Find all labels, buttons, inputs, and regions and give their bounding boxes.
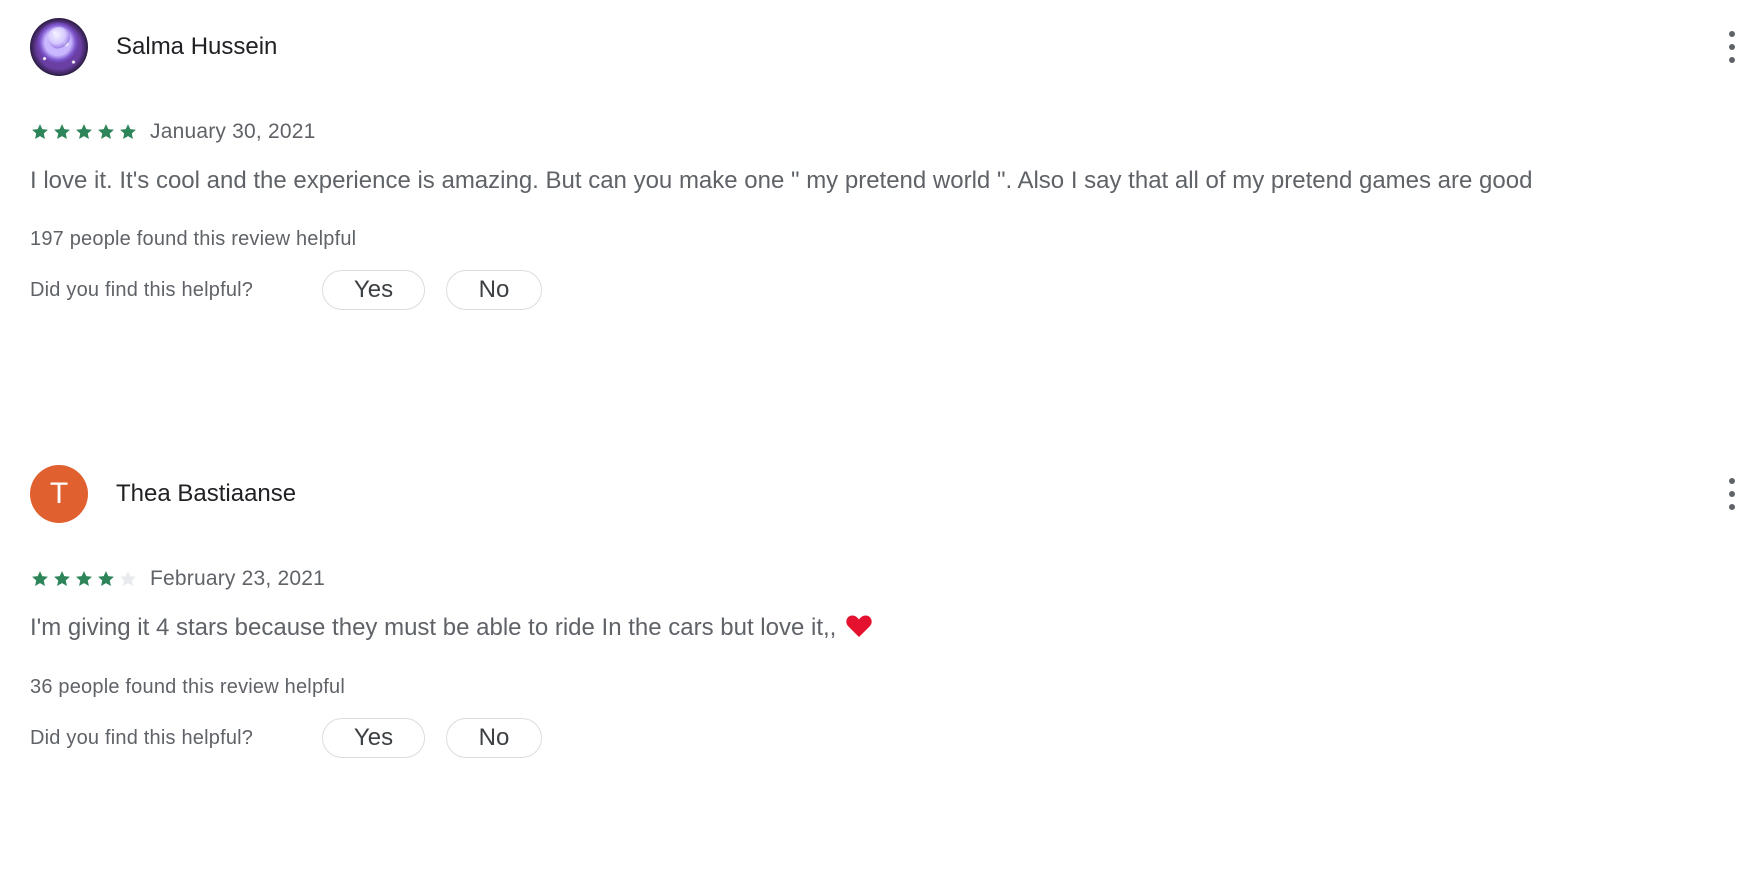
no-button[interactable]: No xyxy=(446,718,542,758)
more-vertical-icon xyxy=(1729,491,1735,497)
more-vertical-icon xyxy=(1729,31,1735,37)
star-icon xyxy=(30,569,50,589)
review-header: Salma Hussein xyxy=(30,18,1735,76)
star-icon xyxy=(96,569,116,589)
no-button[interactable]: No xyxy=(446,270,542,310)
review-text: I love it. It's cool and the experience … xyxy=(30,163,1714,199)
star-icon xyxy=(74,569,94,589)
star-icon xyxy=(96,122,116,142)
empty-star-icon xyxy=(118,569,138,589)
star-rating xyxy=(30,568,136,590)
review-date: January 30, 2021 xyxy=(150,120,316,143)
star-icon xyxy=(52,569,72,589)
avatar: T xyxy=(30,465,88,523)
more-options-button[interactable] xyxy=(1720,478,1742,510)
review-header: T Thea Bastiaanse xyxy=(30,465,1735,523)
helpful-feedback: Did you find this helpful? Yes No xyxy=(30,268,1714,312)
reviewer-name: Thea Bastiaanse xyxy=(116,480,297,507)
avatar xyxy=(30,18,88,76)
yes-button[interactable]: Yes xyxy=(322,270,425,310)
star-icon xyxy=(74,122,94,142)
review-text: I'm giving it 4 stars because they must … xyxy=(30,610,1714,646)
star-icon xyxy=(118,122,138,142)
more-vertical-icon xyxy=(1729,57,1735,63)
red-heart-icon xyxy=(845,614,873,638)
reviewer-name: Salma Hussein xyxy=(116,33,278,60)
yes-button[interactable]: Yes xyxy=(322,718,425,758)
rating-row: February 23, 2021 xyxy=(30,564,1714,594)
helpful-feedback: Did you find this helpful? Yes No xyxy=(30,716,1714,760)
more-options-button[interactable] xyxy=(1720,31,1742,63)
star-rating xyxy=(30,121,136,143)
review-body: I'm giving it 4 stars because they must … xyxy=(30,614,837,641)
more-vertical-icon xyxy=(1729,44,1735,50)
review-date: February 23, 2021 xyxy=(150,567,326,590)
rating-row: January 30, 2021 xyxy=(30,117,1714,147)
star-icon xyxy=(52,122,72,142)
more-vertical-icon xyxy=(1729,504,1735,510)
more-vertical-icon xyxy=(1729,478,1735,484)
helpful-count: 197 people found this review helpful xyxy=(30,228,357,250)
helpful-question: Did you find this helpful? xyxy=(30,726,254,749)
review-card: T Thea Bastiaanse February 23, 2021 I'm … xyxy=(30,465,1735,760)
review-body: I love it. It's cool and the experience … xyxy=(30,167,1533,194)
review-card: Salma Hussein January 30, 2021 I love it… xyxy=(30,18,1735,312)
star-icon xyxy=(30,122,50,142)
helpful-question: Did you find this helpful? xyxy=(30,278,254,301)
helpful-count: 36 people found this review helpful xyxy=(30,676,345,698)
